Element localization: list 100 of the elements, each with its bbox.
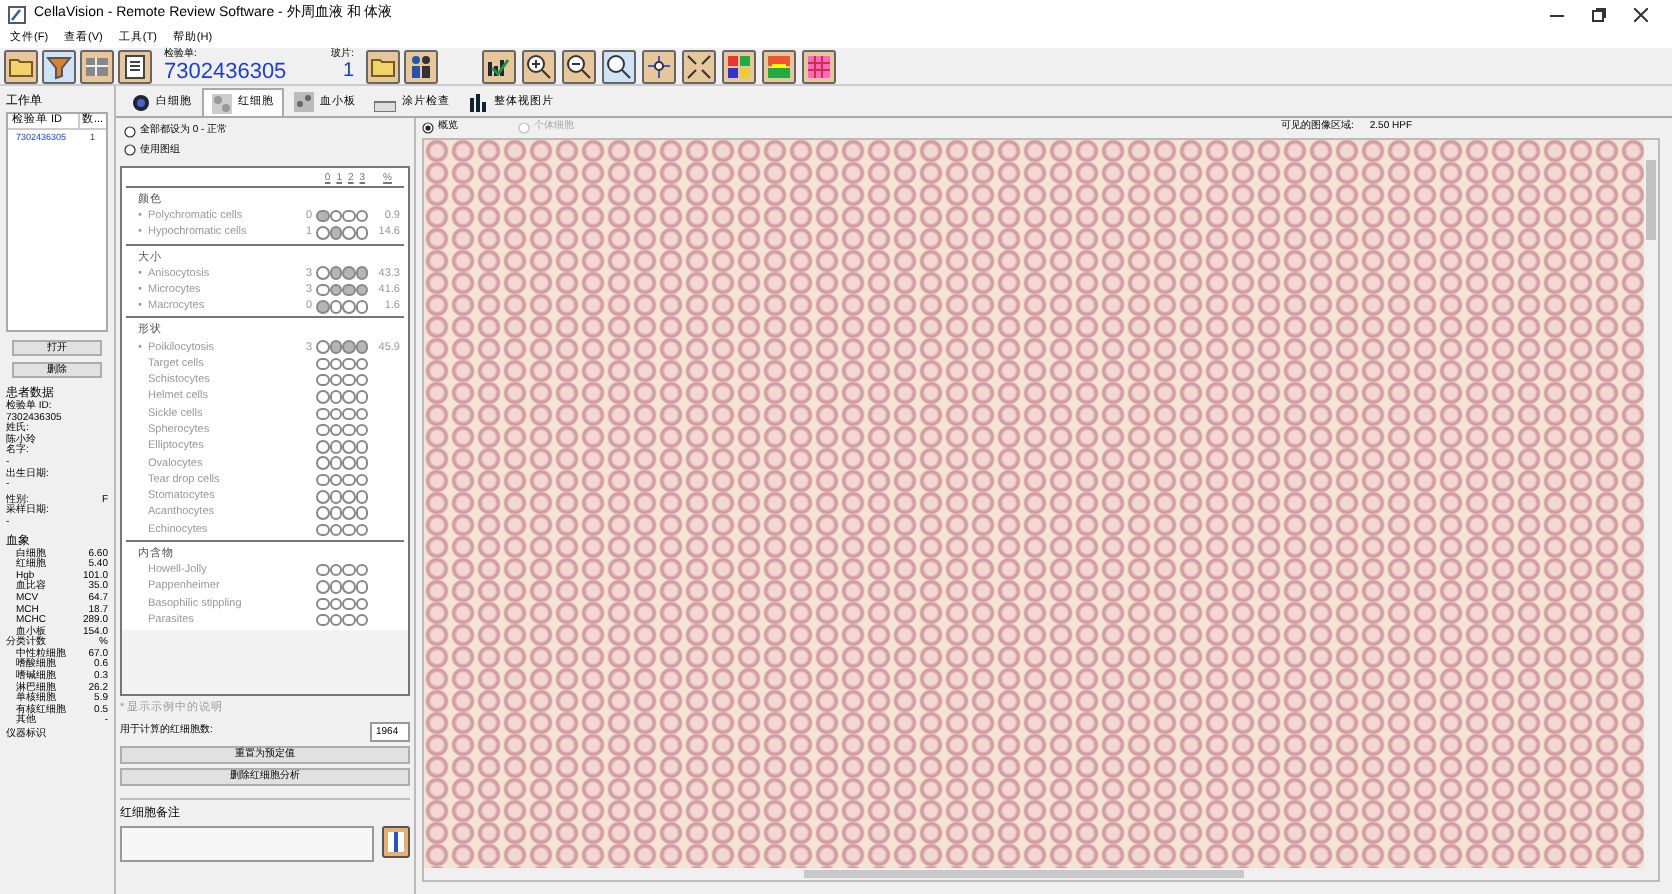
grade-radio[interactable] (355, 523, 368, 537)
grade-radio[interactable] (355, 209, 368, 223)
grade-radio[interactable] (316, 563, 329, 577)
grade-radio[interactable] (316, 490, 329, 504)
grade-radio[interactable] (316, 473, 329, 487)
grade-radio[interactable] (355, 407, 368, 421)
grade-radio[interactable] (355, 613, 368, 627)
grade-radio[interactable] (355, 490, 368, 504)
grade-radio[interactable] (329, 390, 342, 404)
scrollbar-thumb[interactable] (804, 870, 1244, 878)
zoom-in-icon[interactable] (522, 49, 556, 83)
grade-radio[interactable] (329, 283, 342, 297)
radio-icon[interactable] (422, 122, 434, 134)
grade-radio[interactable] (316, 283, 329, 297)
filter-icon[interactable] (42, 49, 76, 83)
grid-icon[interactable] (802, 49, 836, 83)
grade-radio[interactable] (355, 580, 368, 594)
grade-radio[interactable] (355, 390, 368, 404)
grade-radio[interactable] (342, 523, 355, 537)
grade-radio[interactable] (342, 456, 355, 470)
grade-radio[interactable] (355, 423, 368, 437)
grade-radio[interactable] (316, 440, 329, 454)
grade-radio[interactable] (355, 226, 368, 240)
zoom-out-icon[interactable] (562, 49, 596, 83)
folder-icon[interactable] (366, 49, 400, 83)
grade-radio[interactable] (342, 390, 355, 404)
expand-icon[interactable] (682, 49, 716, 83)
grade-radio[interactable] (355, 373, 368, 387)
grade-radio[interactable] (355, 340, 368, 354)
grade-radio[interactable] (329, 226, 342, 240)
grade-radio[interactable] (329, 473, 342, 487)
grade-radio[interactable] (342, 613, 355, 627)
grade-radio[interactable] (316, 390, 329, 404)
grade-radio[interactable] (355, 440, 368, 454)
grade-radio[interactable] (329, 506, 342, 520)
grade-radio[interactable] (342, 373, 355, 387)
people-icon[interactable] (404, 49, 438, 83)
grade-radio[interactable] (342, 266, 355, 280)
grade-radio[interactable] (342, 506, 355, 520)
grade-radio[interactable] (316, 266, 329, 280)
grade-radio[interactable] (316, 300, 329, 314)
maximize-icon[interactable] (1592, 8, 1606, 22)
grade-radio[interactable] (316, 523, 329, 537)
grade-radio[interactable] (342, 340, 355, 354)
grade-radio[interactable] (342, 473, 355, 487)
grade-radio[interactable] (355, 506, 368, 520)
grade-radio[interactable] (329, 597, 342, 611)
grade-radio[interactable] (316, 340, 329, 354)
grade-radio[interactable] (342, 300, 355, 314)
grade-radio[interactable] (355, 597, 368, 611)
grade-radio[interactable] (316, 456, 329, 470)
document-icon[interactable] (118, 49, 152, 83)
grade-radio[interactable] (316, 613, 329, 627)
grade-radio[interactable] (329, 340, 342, 354)
grade-radio[interactable] (342, 563, 355, 577)
grade-radio[interactable] (329, 209, 342, 223)
grade-radio[interactable] (316, 423, 329, 437)
grade-radio[interactable] (329, 580, 342, 594)
grade-radio[interactable] (342, 357, 355, 371)
grade-radio[interactable] (355, 357, 368, 371)
grid-list-icon[interactable] (80, 49, 114, 83)
grade-radio[interactable] (316, 597, 329, 611)
grade-radio[interactable] (342, 440, 355, 454)
grade-radio[interactable] (355, 266, 368, 280)
color-blocks-icon[interactable] (722, 49, 756, 83)
grade-radio[interactable] (316, 226, 329, 240)
zoom-fit-icon[interactable] (602, 49, 636, 83)
color-swap-icon[interactable] (762, 49, 796, 83)
grade-radio[interactable] (342, 423, 355, 437)
grade-radio[interactable] (329, 456, 342, 470)
grade-radio[interactable] (355, 456, 368, 470)
grade-radio[interactable] (355, 300, 368, 314)
pan-icon[interactable] (642, 49, 676, 83)
scrollbar-thumb[interactable] (1646, 160, 1656, 240)
grade-radio[interactable] (355, 473, 368, 487)
edit-notes-icon[interactable] (382, 826, 410, 858)
grade-radio[interactable] (316, 357, 329, 371)
grade-radio[interactable] (342, 597, 355, 611)
grade-radio[interactable] (329, 613, 342, 627)
grade-radio[interactable] (329, 407, 342, 421)
grade-radio[interactable] (342, 580, 355, 594)
comment-field[interactable] (120, 826, 374, 862)
grade-radio[interactable] (329, 266, 342, 280)
grade-radio[interactable] (316, 580, 329, 594)
grade-radio[interactable] (342, 226, 355, 240)
folder-icon[interactable] (4, 49, 38, 83)
grade-radio[interactable] (329, 440, 342, 454)
grade-radio[interactable] (329, 563, 342, 577)
grade-radio[interactable] (342, 490, 355, 504)
grade-radio[interactable] (329, 373, 342, 387)
grade-radio[interactable] (316, 373, 329, 387)
grade-radio[interactable] (355, 563, 368, 577)
grade-radio[interactable] (329, 300, 342, 314)
grade-radio[interactable] (329, 490, 342, 504)
grade-radio[interactable] (329, 423, 342, 437)
grade-radio[interactable] (329, 523, 342, 537)
grade-radio[interactable] (316, 506, 329, 520)
grade-radio[interactable] (342, 209, 355, 223)
close-icon[interactable] (1634, 8, 1648, 22)
grade-radio[interactable] (316, 209, 329, 223)
